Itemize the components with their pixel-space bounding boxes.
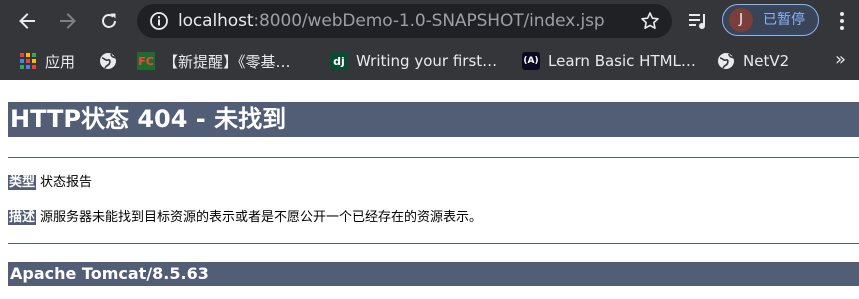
type-row: 类型 状态报告 [8,174,92,192]
type-value: 状态报告 [40,175,93,190]
bookmark-globe[interactable] [99,42,125,80]
freecodecamp-favicon-icon: (A) [522,52,540,70]
url-host: localhost [178,11,254,31]
forward-button[interactable] [53,6,83,36]
django-favicon-icon: dj [330,52,348,70]
bookmarks-bar: 应用 FC 【新提醒】《零基… dj Writing your first… (… [0,42,859,80]
arrow-left-icon [19,13,35,29]
bookmark-label: Learn Basic HTML… [548,52,696,70]
profile-button[interactable]: J 已暂停 [722,4,819,36]
divider [8,157,859,158]
arrow-right-icon [60,13,76,29]
profile-status-label: 已暂停 [763,12,805,28]
bookmark-label: 【新提醒】《零基… [163,52,291,71]
type-label: 类型 [8,175,37,190]
description-row: 描述 源服务器未能找到目标资源的表示或者是不愿公开一个已经存在的资源表示。 [8,209,482,227]
globe-icon [100,53,117,69]
divider [8,243,859,244]
url-text[interactable]: localhost:8000/webDemo-1.0-SNAPSHOT/inde… [178,4,605,38]
bookmark-fc[interactable]: FC 【新提醒】《零基… [137,42,291,80]
server-info: Apache Tomcat/8.5.63 [8,262,859,286]
globe-icon [718,53,735,69]
bookmark-label: NetV2 [743,52,790,70]
media-control-icon[interactable] [686,9,710,33]
description-value: 源服务器未能找到目标资源的表示或者是不愿公开一个已经存在的资源表示。 [40,210,483,225]
reload-icon [102,13,116,28]
browser-toolbar: localhost:8000/webDemo-1.0-SNAPSHOT/inde… [0,0,859,42]
bookmark-freecodecamp[interactable]: (A) Learn Basic HTML… [522,42,696,80]
site-info-icon[interactable] [149,11,169,31]
bookmark-label: Writing your first… [356,52,498,70]
more-bookmarks-button[interactable]: » [835,42,846,80]
bookmark-netv2[interactable]: NetV2 [717,42,789,80]
bookmark-star-icon[interactable] [640,11,660,31]
address-bar[interactable]: localhost:8000/webDemo-1.0-SNAPSHOT/inde… [137,4,672,38]
bookmark-apps[interactable]: 应用 [19,42,75,80]
avatar: J [729,8,753,32]
apps-grid-icon [20,53,36,69]
more-vert-icon[interactable] [832,10,852,32]
url-path: :8000/webDemo-1.0-SNAPSHOT/index.jsp [253,11,605,31]
fc-favicon-icon: FC [137,52,155,70]
bookmark-label: 应用 [45,52,76,71]
description-label: 描述 [8,210,37,225]
page-content: HTTP状态 404 - 未找到 类型 状态报告 描述 源服务器未能找到目标资源的表… [0,80,859,299]
bookmark-django[interactable]: dj Writing your first… [330,42,497,80]
back-button[interactable] [12,6,42,36]
reload-button[interactable] [94,6,124,36]
page-title: HTTP状态 404 - 未找到 [8,102,859,137]
